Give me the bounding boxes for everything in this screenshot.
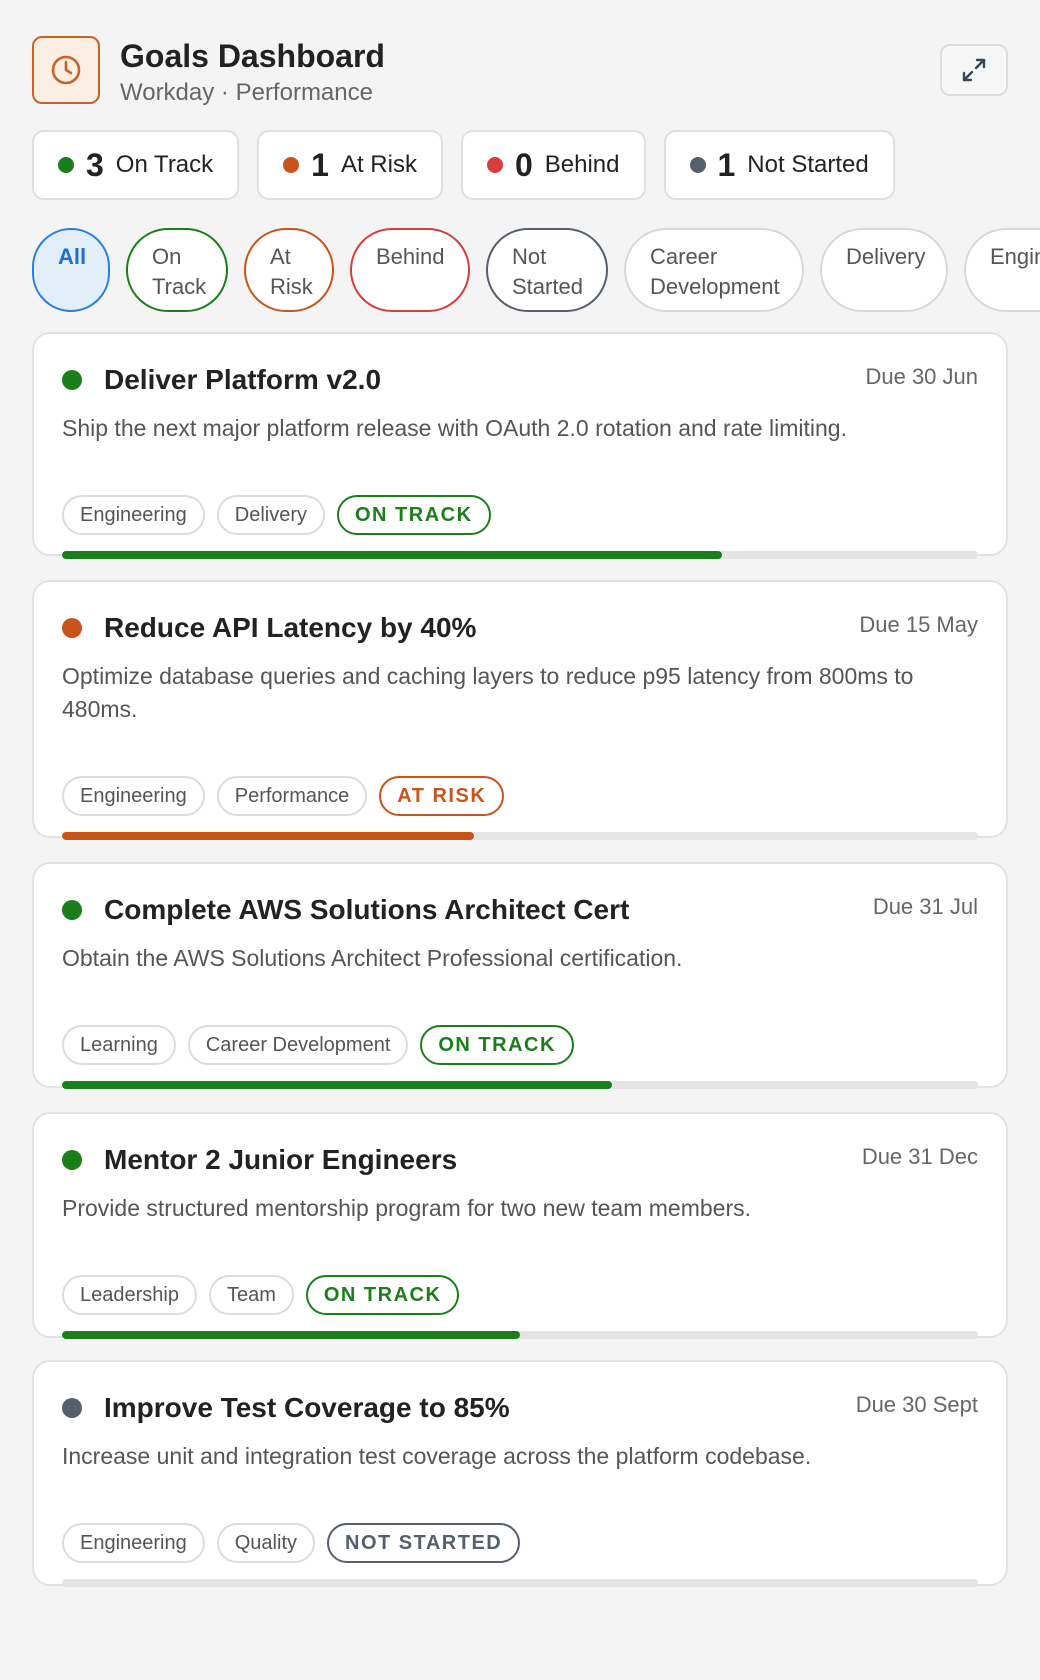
expand-button[interactable] <box>940 44 1008 96</box>
goal-card[interactable]: Deliver Platform v2.0 Due 30 Jun Ship the … <box>32 332 1008 559</box>
category-tag[interactable]: Delivery <box>216 495 325 535</box>
filter-engineering[interactable]: Engineering <box>964 228 1040 312</box>
progress-bar <box>62 1579 978 1587</box>
page-title: Goals Dashboard <box>120 38 385 74</box>
goal-title: Improve Test Coverage to 85% <box>104 1392 510 1423</box>
goal-description: Provide structured mentorship program fo… <box>62 1195 751 1221</box>
progress-bar <box>62 1331 978 1339</box>
filter-chips: All On Track At Risk Behind Not Started Caree… <box>32 228 1040 312</box>
goal-tags: Engineering Delivery ON TRACK <box>62 495 491 535</box>
status-dot <box>689 157 706 173</box>
goal-tags: Learning Career Development ON TRACK <box>62 1025 574 1065</box>
header: Goals Dashboard Workday · Performance <box>32 36 1008 108</box>
goal-title: Deliver Platform v2.0 <box>104 364 382 395</box>
progress-fill <box>62 551 722 559</box>
category-tag[interactable]: Leadership <box>62 1275 197 1315</box>
category-tag[interactable]: Engineering <box>62 776 205 816</box>
progress-fill <box>62 1081 612 1089</box>
status-badge: AT RISK <box>379 776 505 816</box>
category-tag[interactable]: Career Development <box>187 1025 409 1065</box>
status-dot <box>486 157 503 173</box>
filter-at-risk[interactable]: At Risk <box>244 228 334 312</box>
goal-due-date: Due 31 Dec <box>861 1144 978 1169</box>
goal-title: Complete AWS Solutions Architect Cert <box>104 894 630 925</box>
goals-dashboard: Goals Dashboard Workday · Performance 3O… <box>0 0 1040 1680</box>
stat-count: 0 <box>514 146 533 183</box>
goal-card[interactable]: Reduce API Latency by 40% Due 15 May Optim… <box>32 580 1008 840</box>
filter-on-track[interactable]: On Track <box>126 228 228 312</box>
status-dot <box>62 1398 82 1418</box>
goal-due-date: Due 30 Sept <box>855 1392 978 1417</box>
summary-stats: 3 On Track 1 At Risk 0 Behind 1 Not Started <box>32 130 895 200</box>
goal-tags: Leadership Team ON TRACK <box>62 1275 460 1315</box>
stat-count: 3 <box>86 146 104 183</box>
expand-icon <box>962 58 986 82</box>
goal-card[interactable]: Complete AWS Solutions Architect Cert Due… <box>32 862 1008 1089</box>
category-tag[interactable]: Quality <box>216 1523 315 1563</box>
progress-bar <box>62 832 978 840</box>
filter-all[interactable]: All <box>32 228 110 312</box>
filter-career[interactable]: Career Development <box>624 228 804 312</box>
filter-delivery[interactable]: Delivery <box>820 228 948 312</box>
goal-tags: Engineering Quality NOT STARTED <box>62 1523 521 1563</box>
category-tag[interactable]: Engineering <box>62 1523 205 1563</box>
category-tag[interactable]: Team <box>208 1275 294 1315</box>
progress-fill <box>62 832 475 840</box>
goal-description: Increase unit and integration test cover… <box>62 1443 812 1469</box>
goal-description: Ship the next major platform release wit… <box>62 415 847 441</box>
category-tag[interactable]: Engineering <box>62 495 205 535</box>
page-subtitle: Workday · Performance <box>120 79 373 106</box>
clock-icon <box>32 36 100 104</box>
stat-label: At Risk <box>340 151 417 178</box>
stat-count: 1 <box>717 146 736 183</box>
stat-label: Not Started <box>747 151 869 178</box>
goal-description: Obtain the AWS Solutions Architect Profe… <box>62 945 683 971</box>
category-tag[interactable]: Learning <box>62 1025 176 1065</box>
status-dot <box>62 1150 82 1170</box>
category-tag[interactable]: Performance <box>216 776 368 816</box>
stat-label: On Track <box>115 151 214 178</box>
goal-card[interactable]: Mentor 2 Junior Engineers Due 31 Dec Provi… <box>32 1112 1008 1339</box>
goal-card[interactable]: Improve Test Coverage to 85% Due 30 Sept I… <box>32 1360 1008 1587</box>
progress-bar <box>62 1081 978 1089</box>
progress-fill <box>62 1331 520 1339</box>
goal-title: Reduce API Latency by 40% <box>104 612 477 643</box>
stat-not-started: 1 Not Started <box>663 130 895 200</box>
goal-tags: Engineering Performance AT RISK <box>62 776 505 816</box>
stat-label: Behind <box>544 151 620 178</box>
status-badge: NOT STARTED <box>327 1523 521 1563</box>
goal-description: Optimize database queries and caching la… <box>62 663 914 722</box>
status-dot <box>62 618 82 638</box>
status-badge: ON TRACK <box>337 495 491 535</box>
status-dot <box>62 900 82 920</box>
progress-bar <box>62 551 978 559</box>
status-badge: ON TRACK <box>420 1025 574 1065</box>
status-dot <box>58 157 74 173</box>
status-dot <box>283 157 300 173</box>
goal-title: Mentor 2 Junior Engineers <box>104 1144 458 1175</box>
goal-due-date: Due 31 Jul <box>872 894 978 919</box>
status-badge: ON TRACK <box>305 1275 460 1315</box>
stat-count: 1 <box>311 146 329 183</box>
filter-not-started[interactable]: Not Started <box>486 228 608 312</box>
goal-due-date: Due 30 Jun <box>865 364 978 389</box>
stat-at-risk: 1 At Risk <box>257 130 443 200</box>
filter-behind[interactable]: Behind <box>350 228 470 312</box>
status-dot <box>62 370 82 390</box>
stat-on-track: 3 On Track <box>32 130 240 200</box>
stat-behind: 0 Behind <box>460 130 646 200</box>
goal-due-date: Due 15 May <box>859 612 978 637</box>
